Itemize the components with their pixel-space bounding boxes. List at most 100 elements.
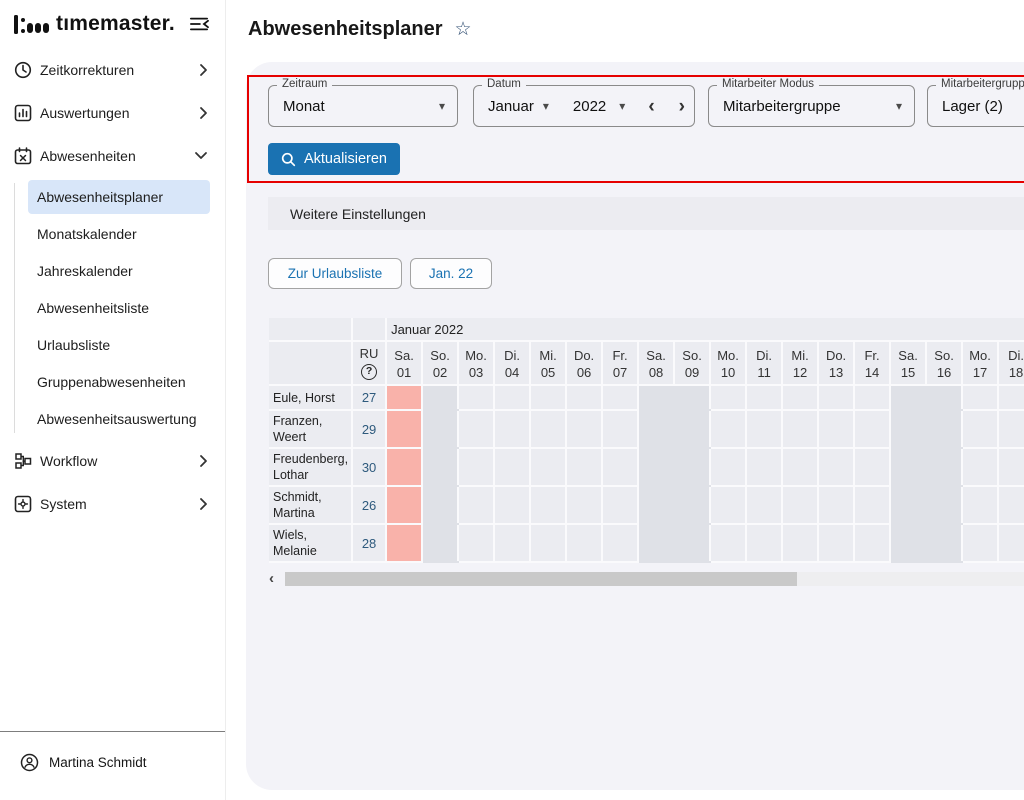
calendar-cell-18[interactable] xyxy=(998,448,1024,486)
calendar-cell-05[interactable] xyxy=(530,448,566,486)
calendar-cell-06[interactable] xyxy=(566,486,602,524)
calendar-cell-10[interactable] xyxy=(710,524,746,562)
calendar-cell-08[interactable] xyxy=(638,524,674,562)
calendar-cell-08[interactable] xyxy=(638,486,674,524)
calendar-cell-14[interactable] xyxy=(854,524,890,562)
calendar-cell-15[interactable] xyxy=(890,410,926,448)
calendar-cell-08[interactable] xyxy=(638,448,674,486)
calendar-cell-10[interactable] xyxy=(710,486,746,524)
calendar-cell-12[interactable] xyxy=(782,486,818,524)
sidebar-item-zeitkorrekturen[interactable]: Zeitkorrekturen xyxy=(0,48,225,91)
sidebar-subitem-abwesenheitsliste[interactable]: Abwesenheitsliste xyxy=(28,291,210,325)
calendar-cell-03[interactable] xyxy=(458,410,494,448)
calendar-cell-11[interactable] xyxy=(746,486,782,524)
mitarbeitergruppe-select[interactable]: Mitarbeitergruppe Lager (2) xyxy=(927,85,1024,127)
calendar-cell-04[interactable] xyxy=(494,524,530,562)
calendar-cell-16[interactable] xyxy=(926,486,962,524)
sidebar-subitem-jahreskalender[interactable]: Jahreskalender xyxy=(28,254,210,288)
calendar-cell-02[interactable] xyxy=(422,486,458,524)
to-vacation-list-button[interactable]: Zur Urlaubsliste xyxy=(268,258,402,289)
calendar-cell-09[interactable] xyxy=(674,410,710,448)
calendar-cell-16[interactable] xyxy=(926,448,962,486)
prev-month-button[interactable]: ‹ xyxy=(648,97,654,116)
calendar-cell-02[interactable] xyxy=(422,410,458,448)
calendar-cell-12[interactable] xyxy=(782,448,818,486)
calendar-cell-18[interactable] xyxy=(998,385,1024,410)
calendar-cell-15[interactable] xyxy=(890,486,926,524)
calendar-cell-09[interactable] xyxy=(674,486,710,524)
calendar-cell-05[interactable] xyxy=(530,486,566,524)
settings-expander[interactable]: Weitere Einstellungen xyxy=(268,197,1024,230)
calendar-cell-09[interactable] xyxy=(674,385,710,410)
calendar-cell-14[interactable] xyxy=(854,448,890,486)
calendar-cell-17[interactable] xyxy=(962,524,998,562)
user-menu[interactable]: Martina Schmidt xyxy=(20,753,225,772)
sidebar-item-auswertungen[interactable]: Auswertungen xyxy=(0,91,225,134)
next-month-button[interactable]: › xyxy=(679,97,685,116)
calendar-cell-11[interactable] xyxy=(746,385,782,410)
calendar-cell-12[interactable] xyxy=(782,385,818,410)
calendar-cell-07[interactable] xyxy=(602,524,638,562)
calendar-cell-13[interactable] xyxy=(818,410,854,448)
calendar-cell-13[interactable] xyxy=(818,385,854,410)
calendar-cell-06[interactable] xyxy=(566,410,602,448)
sidebar-subitem-abwesenheitsauswertung[interactable]: Abwesenheitsauswertung xyxy=(28,402,210,436)
calendar-cell-15[interactable] xyxy=(890,448,926,486)
calendar-cell-01[interactable] xyxy=(386,486,422,524)
favorite-star-icon[interactable]: ☆ xyxy=(455,20,472,39)
calendar-cell-15[interactable] xyxy=(890,385,926,410)
year-select[interactable]: 2022 xyxy=(573,98,606,115)
calendar-cell-05[interactable] xyxy=(530,385,566,410)
calendar-cell-17[interactable] xyxy=(962,448,998,486)
calendar-cell-01[interactable] xyxy=(386,524,422,562)
calendar-cell-06[interactable] xyxy=(566,524,602,562)
sidebar-subitem-abwesenheitsplaner[interactable]: Abwesenheitsplaner xyxy=(28,180,210,214)
calendar-cell-13[interactable] xyxy=(818,486,854,524)
scrollbar-track[interactable] xyxy=(797,572,1024,586)
calendar-cell-03[interactable] xyxy=(458,486,494,524)
calendar-cell-13[interactable] xyxy=(818,448,854,486)
calendar-cell-18[interactable] xyxy=(998,410,1024,448)
calendar-cell-02[interactable] xyxy=(422,524,458,562)
calendar-cell-07[interactable] xyxy=(602,486,638,524)
calendar-cell-08[interactable] xyxy=(638,385,674,410)
sidebar-subitem-urlaubsliste[interactable]: Urlaubsliste xyxy=(28,328,210,362)
calendar-cell-03[interactable] xyxy=(458,524,494,562)
calendar-cell-03[interactable] xyxy=(458,385,494,410)
month-select[interactable]: Januar xyxy=(488,98,534,115)
calendar-cell-17[interactable] xyxy=(962,486,998,524)
calendar-cell-16[interactable] xyxy=(926,524,962,562)
calendar-cell-16[interactable] xyxy=(926,385,962,410)
calendar-cell-15[interactable] xyxy=(890,524,926,562)
calendar-cell-12[interactable] xyxy=(782,524,818,562)
help-icon[interactable]: ? xyxy=(361,364,377,380)
calendar-cell-11[interactable] xyxy=(746,448,782,486)
sidebar-item-workflow[interactable]: Workflow xyxy=(0,439,225,482)
calendar-cell-04[interactable] xyxy=(494,410,530,448)
calendar-cell-18[interactable] xyxy=(998,524,1024,562)
calendar-cell-06[interactable] xyxy=(566,448,602,486)
calendar-cell-02[interactable] xyxy=(422,385,458,410)
calendar-cell-18[interactable] xyxy=(998,486,1024,524)
update-button[interactable]: Aktualisieren xyxy=(268,143,400,175)
calendar-cell-17[interactable] xyxy=(962,385,998,410)
calendar-cell-10[interactable] xyxy=(710,385,746,410)
sidebar-subitem-gruppenabwesenheiten[interactable]: Gruppenabwesenheiten xyxy=(28,365,210,399)
sidebar-item-abwesenheiten[interactable]: Abwesenheiten xyxy=(0,134,225,177)
calendar-cell-01[interactable] xyxy=(386,410,422,448)
zeitraum-select[interactable]: Zeitraum Monat ▾ xyxy=(268,85,458,127)
calendar-cell-05[interactable] xyxy=(530,524,566,562)
calendar-cell-17[interactable] xyxy=(962,410,998,448)
calendar-cell-02[interactable] xyxy=(422,448,458,486)
calendar-cell-06[interactable] xyxy=(566,385,602,410)
scrollbar-thumb[interactable] xyxy=(285,572,797,586)
calendar-cell-07[interactable] xyxy=(602,385,638,410)
calendar-cell-10[interactable] xyxy=(710,410,746,448)
sidebar-subitem-monatskalender[interactable]: Monatskalender xyxy=(28,217,210,251)
calendar-cell-12[interactable] xyxy=(782,410,818,448)
calendar-cell-13[interactable] xyxy=(818,524,854,562)
sidebar-item-system[interactable]: System xyxy=(0,482,225,525)
calendar-cell-14[interactable] xyxy=(854,410,890,448)
calendar-cell-09[interactable] xyxy=(674,448,710,486)
mitarbeiter-modus-select[interactable]: Mitarbeiter Modus Mitarbeitergruppe ▾ xyxy=(708,85,915,127)
